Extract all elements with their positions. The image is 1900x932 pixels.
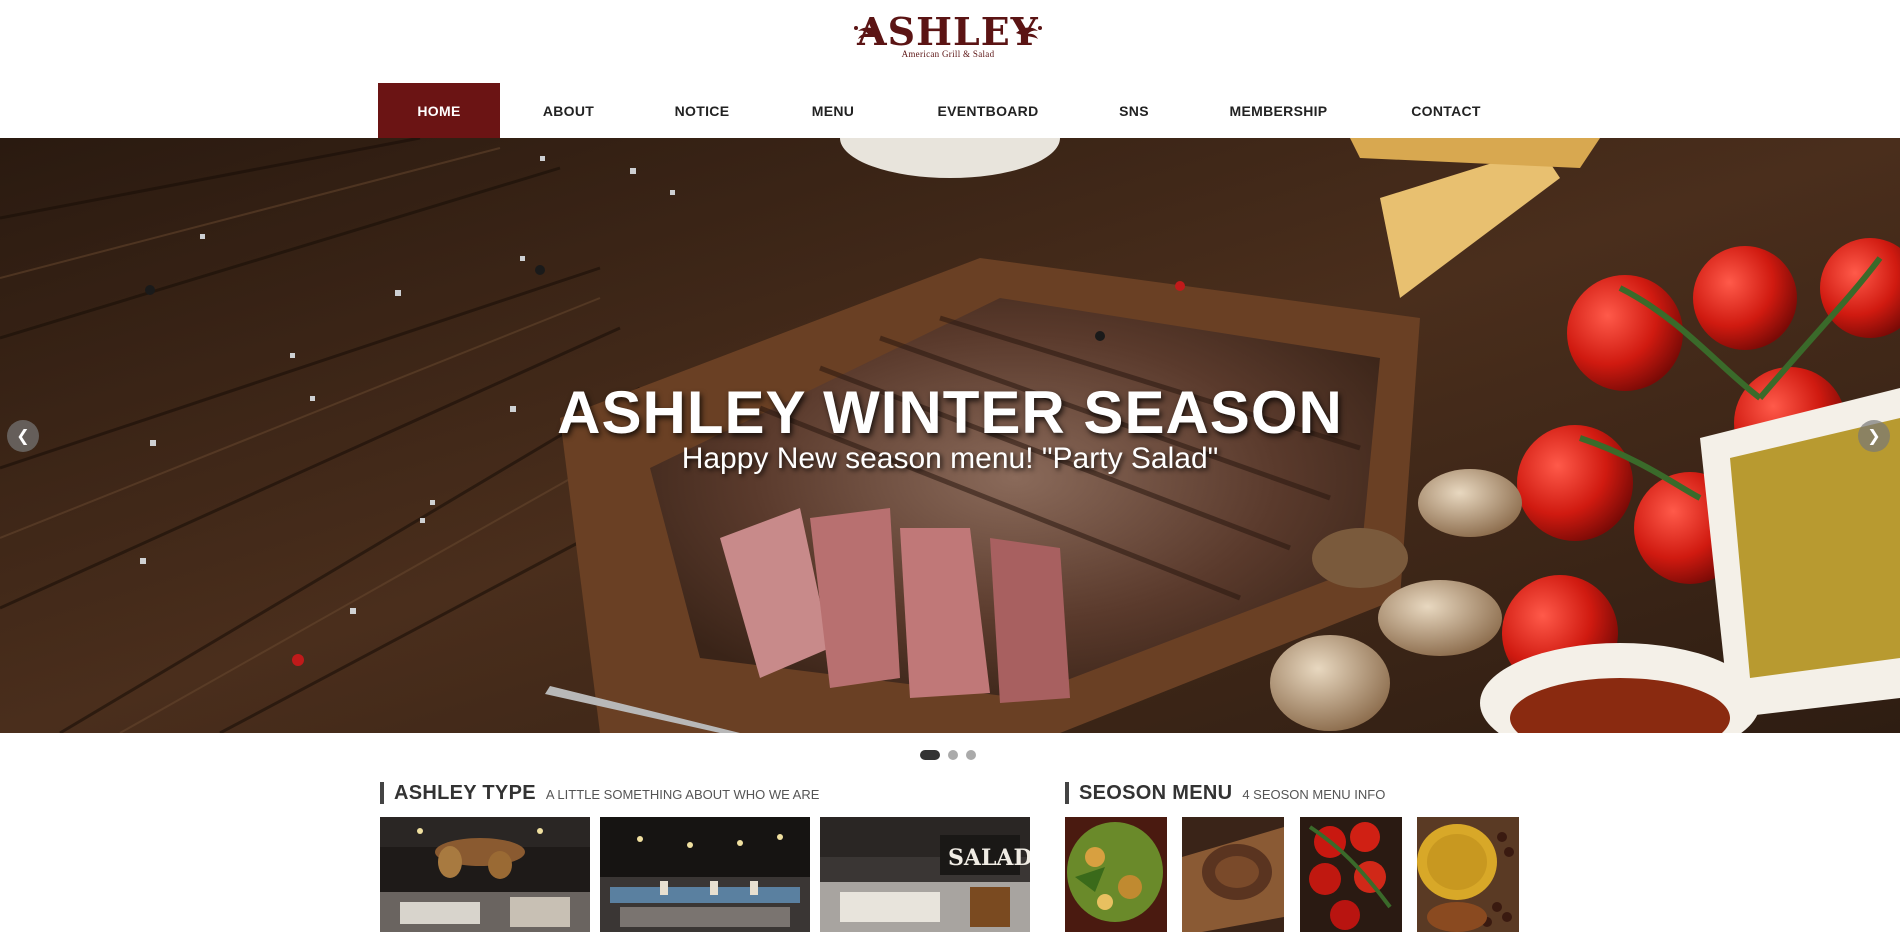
nav-item-about[interactable]: ABOUT (500, 83, 637, 138)
salad-bar-image: SALAD BAR (820, 817, 1030, 932)
buffet-counter-image (600, 817, 810, 932)
nav-item-contact[interactable]: CONTACT (1366, 83, 1526, 138)
main-nav: HOME ABOUT NOTICE MENU EVENTBOARD SNS ME… (378, 83, 1526, 138)
slider-pagination (920, 750, 976, 760)
chevron-right-icon: ❯ (1867, 428, 1881, 445)
chevron-left-icon: ❮ (16, 428, 30, 445)
slider-next-button[interactable]: ❯ (1858, 420, 1890, 452)
section-title: SEOSON MENU (1079, 782, 1233, 804)
type-thumbnail[interactable] (600, 817, 810, 932)
slider-prev-button[interactable]: ❮ (7, 420, 39, 452)
logo[interactable]: ASHLEY American Grill & Salad (848, 12, 1048, 68)
slider-dot[interactable] (920, 750, 940, 760)
type-thumbnail[interactable]: SALAD BAR (820, 817, 1030, 932)
section-subtitle: A LITTLE SOMETHING ABOUT WHO WE ARE (545, 787, 820, 802)
slider-dot[interactable] (966, 750, 976, 760)
slider-dot[interactable] (948, 750, 958, 760)
season-thumbnail[interactable] (1182, 817, 1284, 932)
site-header: ASHLEY American Grill & Salad HOME ABOUT… (0, 0, 1900, 138)
flourish-right-icon (1016, 26, 1042, 39)
section-title: ASHLEY TYPE (394, 782, 536, 804)
nav-item-menu[interactable]: MENU (767, 83, 899, 138)
section-subtitle: 4 SEOSON MENU INFO (1242, 787, 1386, 802)
season-thumbnail[interactable] (1065, 817, 1167, 932)
flourish-left-icon (854, 26, 880, 39)
season-thumbnail[interactable] (1300, 817, 1402, 932)
nav-item-eventboard[interactable]: EVENTBOARD (899, 83, 1077, 138)
spices-image (1417, 817, 1519, 932)
nav-item-sns[interactable]: SNS (1077, 83, 1191, 138)
nav-item-membership[interactable]: MEMBERSHIP (1191, 83, 1366, 138)
nav-item-notice[interactable]: NOTICE (637, 83, 767, 138)
salad-dish-image (1065, 817, 1167, 932)
nav-item-home[interactable]: HOME (378, 83, 500, 138)
season-thumbnail[interactable] (1417, 817, 1519, 932)
section-header-type: ASHLEY TYPE A LITTLE SOMETHING ABOUT WHO… (380, 782, 819, 804)
tomatoes-image (1300, 817, 1402, 932)
restaurant-interior-image (380, 817, 590, 932)
type-thumbnail[interactable] (380, 817, 590, 932)
svg-text:SALAD BAR: SALAD BAR (948, 845, 1030, 871)
hero-title: ASHLEY WINTER SEASON (557, 379, 1343, 446)
hero-slider[interactable]: ASHLEY WINTER SEASON Happy New season me… (0, 138, 1900, 733)
hero-subtitle: Happy New season menu! "Party Salad" (681, 442, 1219, 475)
section-header-season: SEOSON MENU 4 SEOSON MENU INFO (1065, 782, 1385, 804)
grilled-meat-image (1182, 817, 1284, 932)
